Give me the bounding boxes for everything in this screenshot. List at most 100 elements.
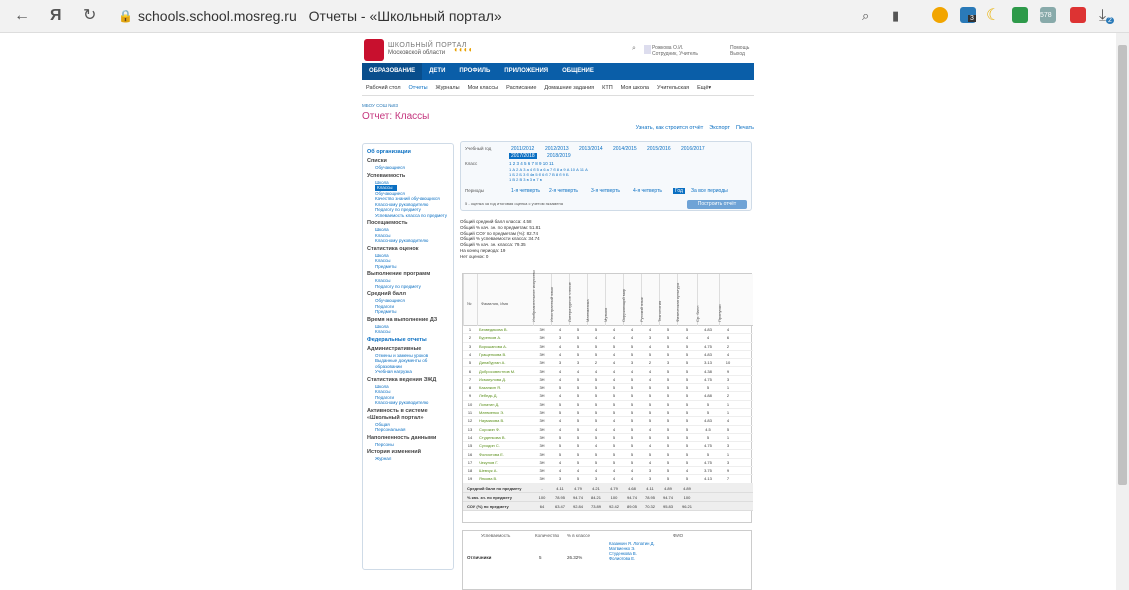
sidebar-section[interactable]: Об организации <box>367 149 449 156</box>
sidebar-item[interactable]: Персональная <box>367 427 449 433</box>
search-icon[interactable]: ⌕ <box>632 45 636 53</box>
sidebar-section[interactable]: Средний балл <box>367 291 449 298</box>
year-2015[interactable]: 2015/2016 <box>647 146 671 152</box>
period-q4[interactable]: 4-я четверть <box>633 188 662 194</box>
sidebar-item[interactable]: Журнал <box>367 456 449 462</box>
sidebar-item[interactable]: Классы <box>367 329 449 335</box>
exit-link[interactable]: Выход <box>730 51 749 57</box>
subnav-my-classes[interactable]: Мои классы <box>464 80 503 95</box>
nav-apps[interactable]: ПРИЛОЖЕНИЯ <box>497 63 555 80</box>
scrollbar-thumb[interactable] <box>1118 45 1127 485</box>
year-2016[interactable]: 2016/2017 <box>681 146 705 152</box>
subnav-schedule[interactable]: Расписание <box>502 80 540 95</box>
sidebar-section[interactable]: Активность в системе «Школьный портал» <box>367 408 449 422</box>
sidebar-item[interactable]: Выданные документы об образовании <box>367 358 449 369</box>
sidebar-section[interactable]: Административные <box>367 346 449 353</box>
column-header[interactable]: Физическая культура <box>675 274 697 326</box>
subnav-teachers[interactable]: Учительская <box>653 80 693 95</box>
student-name[interactable]: Лебедь Д. <box>479 392 498 400</box>
extension-shield-icon[interactable] <box>1012 7 1028 23</box>
extension-red-icon[interactable] <box>1070 7 1086 23</box>
class-row-3[interactable]: 1 В 2 В 3 в 3 в 7 в <box>509 177 542 182</box>
nav-education[interactable]: ОБРАЗОВАНИЕ <box>362 63 423 80</box>
avatar[interactable] <box>644 45 651 54</box>
sidebar-section[interactable]: Статистика оценок <box>367 246 449 253</box>
download-icon[interactable]: ⤓ <box>1099 7 1106 25</box>
sidebar-item[interactable]: Педагогу по предмету <box>367 284 449 290</box>
student-name[interactable]: Лопатин Д. <box>479 401 499 409</box>
logo-emblem[interactable] <box>364 39 384 61</box>
period-q2[interactable]: 2-я четверть <box>549 188 578 194</box>
subnav-ktp[interactable]: КТП <box>598 80 617 95</box>
sidebar-item[interactable]: Качество знаний обучающихся <box>367 196 449 202</box>
subnav-reports[interactable]: Отчеты <box>405 80 432 95</box>
year-2014[interactable]: 2014/2015 <box>613 146 637 152</box>
column-header[interactable]: Фамилия, Имя <box>477 274 533 326</box>
sidebar-item[interactable]: Обучающиеся <box>367 165 449 171</box>
sidebar-section[interactable]: Списки <box>367 158 449 165</box>
sidebar-section[interactable]: Статистика ведения ЭЖД <box>367 377 449 384</box>
how-built-link[interactable]: Узнать, как строится отчёт <box>636 125 704 131</box>
user-info[interactable]: Рожкова О.И. Сотрудник, Учитель <box>644 45 698 57</box>
student-name[interactable]: Фолиотова Е. <box>479 451 504 459</box>
student-name[interactable]: Наумикова В. <box>479 417 504 425</box>
back-icon[interactable]: ← <box>14 7 30 25</box>
nav-children[interactable]: ДЕТИ <box>422 63 452 80</box>
sidebar-section[interactable]: Успеваемость <box>367 173 449 180</box>
address-bar[interactable]: schools.school.mosreg.ru Отчеты - «Школь… <box>138 8 502 24</box>
sidebar-item[interactable]: Классному руководителю <box>367 238 449 244</box>
student-name[interactable]: Янкова В. <box>479 475 497 483</box>
column-header[interactable]: № <box>463 274 477 326</box>
student-name[interactable]: Казанкин Я. <box>479 384 501 392</box>
student-name[interactable]: Чекунов Г. <box>479 459 498 467</box>
sidebar-section[interactable]: Федеральные отчеты <box>367 337 449 344</box>
column-header[interactable]: Пропуски <box>717 274 737 326</box>
perf-names[interactable]: Казанкин Я. Лопатин Д. Матвиенко Э. Студ… <box>609 541 659 561</box>
sidebar-item[interactable]: Учебная нагрузка <box>367 369 449 375</box>
subnav-homework[interactable]: Домашние задания <box>540 80 598 95</box>
subnav-more[interactable]: Ещё▾ <box>693 80 715 95</box>
student-name[interactable]: Сорокин Ф. <box>479 426 500 434</box>
student-name[interactable]: Студенкова В. <box>479 434 506 442</box>
student-name[interactable]: Исмагулова Д. <box>479 376 506 384</box>
subnav-desktop[interactable]: Рабочий стол <box>362 80 405 95</box>
student-name[interactable]: Динабурган А. <box>479 359 505 367</box>
sidebar-item[interactable]: Классному руководителю <box>367 400 449 406</box>
bookmark-icon[interactable]: ▮ <box>892 7 899 25</box>
subnav-journals[interactable]: Журналы <box>432 80 464 95</box>
student-name[interactable]: Шевчук А. <box>479 467 498 475</box>
year-2018[interactable]: 2018/2019 <box>547 153 571 159</box>
sidebar-section[interactable]: Наполненность данными <box>367 435 449 442</box>
sidebar-item[interactable]: Персоны <box>367 442 449 448</box>
sidebar-item[interactable]: Предметы <box>367 309 449 315</box>
year-2012[interactable]: 2012/2013 <box>545 146 569 152</box>
sidebar-section[interactable]: Выполнение программ <box>367 271 449 278</box>
period-q3[interactable]: 3-я четверть <box>591 188 620 194</box>
year-2013[interactable]: 2013/2014 <box>579 146 603 152</box>
student-name[interactable]: Суходин С. <box>479 442 500 450</box>
sidebar-section[interactable]: Время на выполнение ДЗ <box>367 317 449 324</box>
nav-profile[interactable]: ПРОФИЛЬ <box>452 63 497 80</box>
search-icon[interactable]: ⌕ <box>862 7 869 25</box>
url-domain[interactable]: schools.school.mosreg.ru <box>138 8 297 24</box>
year-2011[interactable]: 2011/2012 <box>511 146 534 152</box>
subnav-my-school[interactable]: Моя школа <box>617 80 653 95</box>
class-numbers[interactable]: 1 2 3 4 5 6 7 8 9 10 11 <box>509 161 554 166</box>
yandex-icon[interactable]: Я <box>50 7 62 25</box>
period-year[interactable]: Год <box>673 188 685 194</box>
breadcrumb[interactable]: МБОУ СОШ №83 <box>362 103 398 108</box>
moon-icon[interactable]: ☾ <box>986 7 1000 25</box>
export-link[interactable]: Экспорт <box>709 125 730 131</box>
sidebar-section[interactable]: Посещаемость <box>367 220 449 227</box>
student-name[interactable]: Гращенкова В. <box>479 351 506 359</box>
vertical-scrollbar[interactable] <box>1116 33 1129 590</box>
student-name[interactable]: Матвиенко Э. <box>479 409 504 417</box>
nav-communication[interactable]: ОБЩЕНИЕ <box>555 63 601 80</box>
period-q1[interactable]: 1-я четверть <box>511 188 540 194</box>
build-report-button[interactable]: Построить отчёт <box>687 200 747 209</box>
sidebar-section[interactable]: История изменений <box>367 449 449 456</box>
extension-icon[interactable] <box>932 7 948 23</box>
student-name[interactable]: Буренков А. <box>479 334 501 342</box>
sidebar-item[interactable]: Успеваемость класса по предмету <box>367 213 449 219</box>
year-2017[interactable]: 2017/2018 <box>509 153 537 159</box>
